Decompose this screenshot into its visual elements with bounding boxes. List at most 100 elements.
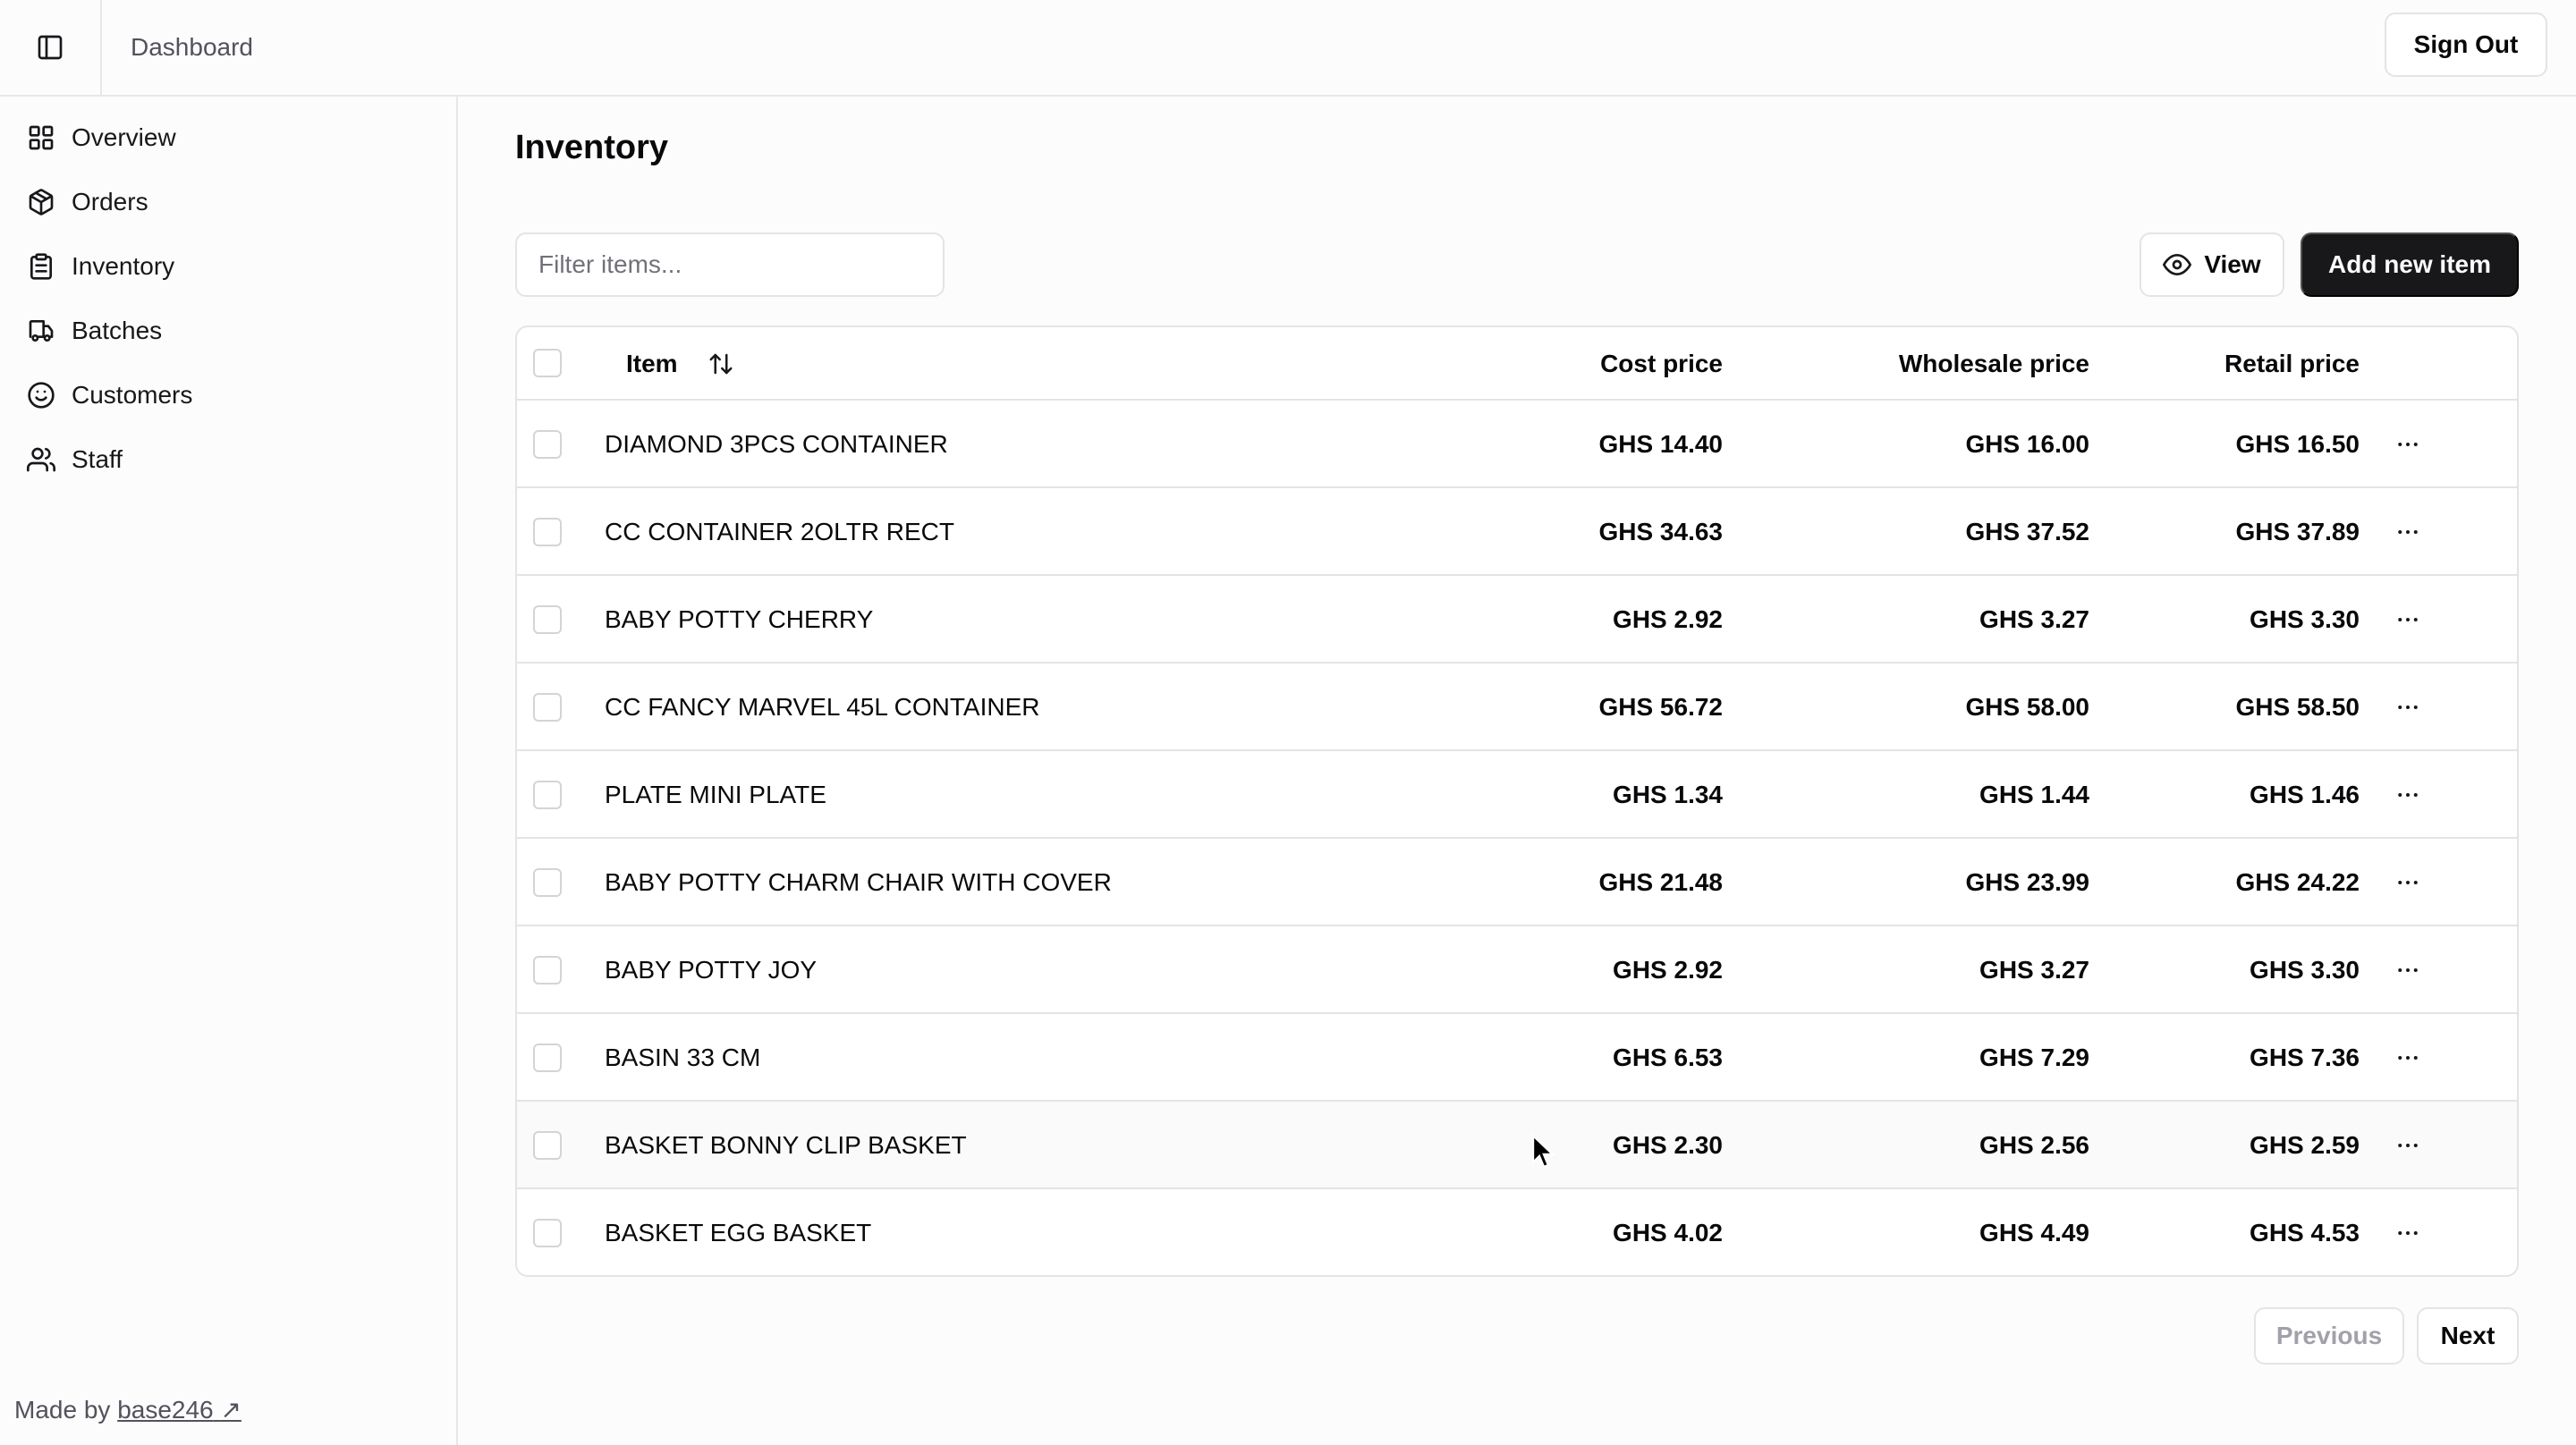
more-horizontal-icon [2398,881,2418,884]
row-actions-button[interactable] [2386,952,2429,988]
cost-price: GHS 2.30 [1613,1131,1723,1159]
made-by-footer: Made by base246 ↗ [14,1395,242,1424]
sidebar-item-staff[interactable]: Staff [27,433,438,486]
column-header-item: Item [626,350,678,377]
cost-price: GHS 34.63 [1598,518,1723,545]
grid-icon [29,125,54,150]
panel-left-icon [38,35,63,60]
sidebar-item-inventory[interactable]: Inventory [27,240,438,293]
row-checkbox[interactable] [533,781,562,809]
item-name: BASKET BONNY CLIP BASKET [605,1131,967,1159]
wholesale-price: GHS 3.27 [1979,605,2089,633]
view-button-label: View [2204,250,2261,278]
item-name: CC CONTAINER 2OLTR RECT [605,518,954,545]
table-row[interactable]: BASIN 33 CM GHS 6.53 GHS 7.29 GHS 7.36 [517,1014,2517,1102]
table-row[interactable]: BABY POTTY CHARM CHAIR WITH COVER GHS 21… [517,839,2517,926]
retail-price: GHS 1.46 [2250,781,2360,808]
sidebar-item-label: Orders [72,188,148,215]
retail-price: GHS 2.59 [2250,1131,2360,1159]
row-checkbox[interactable] [533,430,562,459]
base246-link[interactable]: base246 ↗ [117,1396,242,1424]
row-actions-button[interactable] [2386,865,2429,900]
retail-price: GHS 24.22 [2235,868,2360,896]
wholesale-price: GHS 4.49 [1979,1219,2089,1246]
item-name: BABY POTTY CHARM CHAIR WITH COVER [605,868,1112,896]
wholesale-price: GHS 2.56 [1979,1131,2089,1159]
sidebar-item-customers[interactable]: Customers [27,368,438,422]
wholesale-price: GHS 23.99 [1965,868,2089,896]
filter-input[interactable] [515,232,945,297]
more-horizontal-icon [2398,1144,2418,1147]
row-checkbox[interactable] [533,605,562,634]
table-row[interactable]: CC CONTAINER 2OLTR RECT GHS 34.63 GHS 37… [517,488,2517,576]
sidebar-item-orders[interactable]: Orders [27,175,438,229]
previous-page-button[interactable]: Previous [2254,1307,2404,1365]
sidebar-item-label: Overview [72,123,176,151]
sort-button[interactable] [701,344,741,384]
wholesale-price: GHS 16.00 [1965,430,2089,458]
row-checkbox[interactable] [533,868,562,897]
more-horizontal-icon [2398,793,2418,797]
view-button[interactable]: View [2140,232,2284,297]
wholesale-price: GHS 1.44 [1979,781,2089,808]
sidebar-item-overview[interactable]: Overview [27,111,438,165]
retail-price: GHS 4.53 [2250,1219,2360,1246]
table-row[interactable]: BABY POTTY CHERRY GHS 2.92 GHS 3.27 GHS … [517,576,2517,663]
cost-price: GHS 56.72 [1598,693,1723,721]
inventory-table: Item Cost price Wholesale price Retail p… [515,325,2519,1277]
row-checkbox[interactable] [533,518,562,546]
cost-price: GHS 4.02 [1613,1219,1723,1246]
next-page-button[interactable]: Next [2417,1307,2519,1365]
truck-icon [29,320,54,342]
cost-price: GHS 21.48 [1598,868,1723,896]
sign-out-button[interactable]: Sign Out [2385,13,2547,77]
add-new-item-button[interactable]: Add new item [2301,232,2519,297]
row-checkbox[interactable] [533,1219,562,1247]
row-actions-button[interactable] [2386,777,2429,813]
sidebar: Overview Orders Inventory Batches Custom… [0,97,458,1445]
table-row[interactable]: CC FANCY MARVEL 45L CONTAINER GHS 56.72 … [517,663,2517,751]
row-actions-button[interactable] [2386,689,2429,725]
made-by-text: Made by [14,1396,111,1424]
row-actions-button[interactable] [2386,1215,2429,1251]
table-row[interactable]: PLATE MINI PLATE GHS 1.34 GHS 1.44 GHS 1… [517,751,2517,839]
row-checkbox[interactable] [533,1131,562,1160]
row-actions-button[interactable] [2386,427,2429,462]
row-checkbox[interactable] [533,1044,562,1072]
column-header-wholesale: Wholesale price [1898,350,2089,377]
row-checkbox[interactable] [533,956,562,984]
mouse-cursor-icon [1531,1134,1555,1169]
package-icon [29,189,54,215]
external-link-icon: ↗ [220,1396,242,1424]
sidebar-item-label: Staff [72,445,123,473]
item-name: BABY POTTY CHERRY [605,605,874,633]
select-all-checkbox[interactable] [533,349,562,377]
item-name: BASIN 33 CM [605,1044,761,1071]
row-actions-button[interactable] [2386,514,2429,550]
retail-price: GHS 37.89 [2235,518,2360,545]
cost-price: GHS 14.40 [1598,430,1723,458]
row-actions-button[interactable] [2386,1040,2429,1076]
cost-price: GHS 2.92 [1613,956,1723,984]
more-horizontal-icon [2398,443,2418,446]
item-name: DIAMOND 3PCS CONTAINER [605,430,948,458]
sidebar-item-label: Batches [72,317,163,344]
table-row[interactable]: DIAMOND 3PCS CONTAINER GHS 14.40 GHS 16.… [517,401,2517,488]
row-checkbox[interactable] [533,693,562,722]
table-row[interactable]: BASKET EGG BASKET GHS 4.02 GHS 4.49 GHS … [517,1189,2517,1275]
table-row[interactable]: BASKET BONNY CLIP BASKET GHS 2.30 GHS 2.… [517,1102,2517,1189]
item-name: BABY POTTY JOY [605,956,818,984]
more-horizontal-icon [2398,706,2418,709]
row-actions-button[interactable] [2386,1128,2429,1163]
page-title: Inventory [515,129,669,166]
more-horizontal-icon [2398,968,2418,972]
more-horizontal-icon [2398,530,2418,534]
row-actions-button[interactable] [2386,602,2429,638]
table-row[interactable]: BABY POTTY JOY GHS 2.92 GHS 3.27 GHS 3.3… [517,926,2517,1014]
wholesale-price: GHS 7.29 [1979,1044,2089,1071]
sidebar-toggle-button[interactable] [0,0,102,95]
sidebar-item-batches[interactable]: Batches [27,304,438,358]
smile-icon [28,382,55,409]
retail-price: GHS 7.36 [2250,1044,2360,1071]
wholesale-price: GHS 58.00 [1965,693,2089,721]
